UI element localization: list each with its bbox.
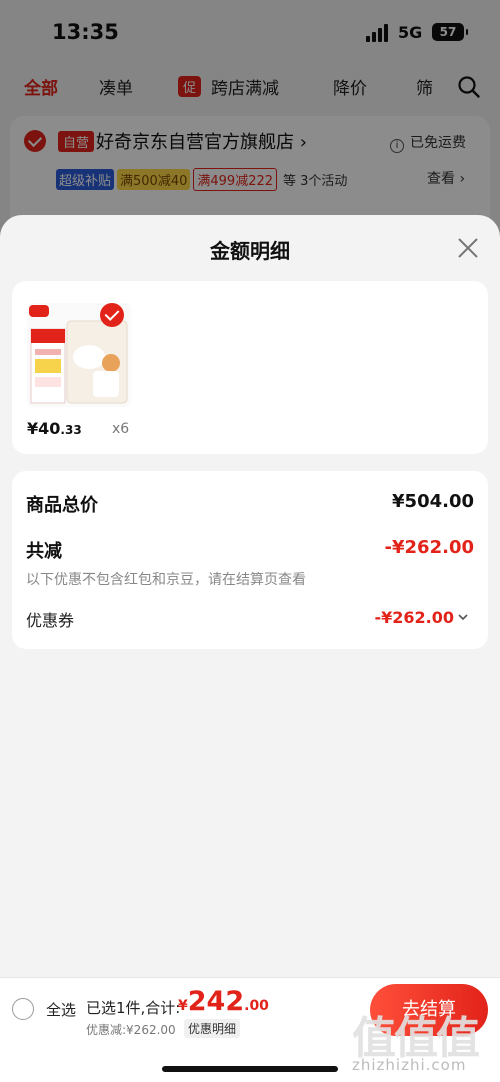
total-amount: ¥242.00 [178,986,269,1017]
sheet-title: 金额明细 [210,239,290,263]
close-icon[interactable] [455,235,481,261]
total-value: ¥504.00 [392,491,474,512]
select-all-label[interactable]: 全选 [46,999,76,1020]
checkout-bar: 全选 已选1件,合计: ¥242.00 优惠减:¥262.00 优惠明细 去结算… [0,977,500,1082]
product-check-icon[interactable] [100,303,124,327]
product-card: ¥40.33 x6 [12,281,488,454]
coupon-label: 优惠券 [26,611,75,630]
total-dec: .00 [244,998,269,1014]
product-quantity: x6 [112,421,130,437]
select-all-radio[interactable] [12,998,34,1020]
unit-price-dec: .33 [60,423,82,437]
discount-note: 以下优惠不包含红包和京豆，请在结算页查看 [26,572,306,588]
total-currency: ¥ [178,998,188,1014]
coupon-value[interactable]: -¥262.00 [374,608,454,627]
discount-summary: 优惠减:¥262.00 [86,1023,176,1037]
discount-label: 共减 [26,541,62,562]
discount-value: -¥262.00 [384,537,474,558]
chevron-down-icon[interactable] [458,612,468,622]
amount-detail-sheet: 金额明细 ¥40.33 x6 商品总价 ¥504.00 共减 -¥262.00 … [0,215,500,1082]
home-indicator[interactable] [162,1066,338,1072]
total-int: 242 [187,986,245,1017]
watermark-url: zhizhizhi.com [352,1056,467,1074]
selected-count: 已选1件,合计: [86,999,181,1017]
discount-detail-button[interactable]: 优惠明细 [184,1019,241,1038]
total-label: 商品总价 [26,495,98,516]
price-summary-card: 商品总价 ¥504.00 共减 -¥262.00 以下优惠不包含红包和京豆，请在… [12,471,488,649]
unit-price: ¥40.33 [27,419,82,438]
unit-price-int: ¥40 [27,419,61,438]
